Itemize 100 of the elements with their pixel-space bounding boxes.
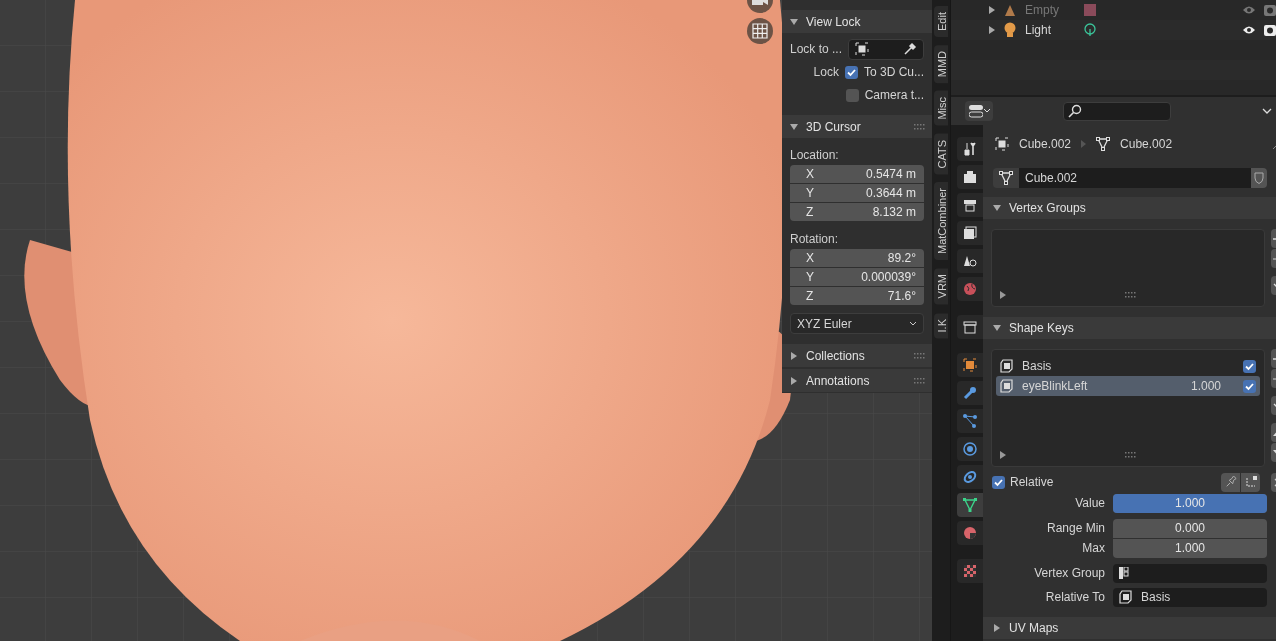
checkbox[interactable] bbox=[845, 88, 859, 102]
disclosure-triangle-icon[interactable] bbox=[790, 17, 798, 26]
checkbox[interactable] bbox=[992, 475, 1005, 489]
sidebar-tab[interactable]: Misc bbox=[934, 91, 948, 126]
panel-header[interactable]: 3D Cursor bbox=[782, 115, 932, 138]
chevron-icon[interactable] bbox=[1262, 107, 1272, 115]
key-value[interactable]: 1.000 bbox=[1190, 379, 1221, 393]
disclosure-triangle-icon[interactable] bbox=[993, 624, 1001, 632]
object-icon bbox=[855, 42, 870, 56]
shield-icon bbox=[1254, 172, 1264, 184]
shape-key-list[interactable]: Basis eyeBlinkLeft 1.000 bbox=[991, 349, 1265, 467]
pin-icon bbox=[1224, 476, 1237, 488]
properties-tab[interactable] bbox=[957, 353, 983, 377]
field-label: Lock to ... bbox=[790, 42, 843, 56]
editor-type-button[interactable] bbox=[965, 101, 993, 121]
sidebar-tab[interactable]: MMD bbox=[934, 44, 948, 84]
properties-tab[interactable] bbox=[957, 165, 983, 189]
light-data-icon[interactable] bbox=[1083, 23, 1097, 37]
camera-icon[interactable] bbox=[1264, 24, 1276, 36]
properties-tab[interactable] bbox=[957, 437, 983, 461]
object-icon bbox=[995, 137, 1009, 151]
mesh-icon bbox=[1096, 137, 1111, 151]
checker-icon bbox=[962, 563, 978, 579]
rotation-mode-dropdown[interactable]: XYZ Euler bbox=[790, 313, 924, 334]
panel-header[interactable]: UV Maps bbox=[983, 617, 1276, 639]
orbit-icon bbox=[962, 441, 978, 457]
shape-key-icon bbox=[1000, 379, 1014, 393]
checkbox-label[interactable]: Relative bbox=[1010, 475, 1216, 489]
breadcrumb-item: Cube.002 bbox=[1019, 137, 1072, 151]
eye-icon[interactable] bbox=[1242, 25, 1256, 35]
sidebar-tab[interactable]: Edit bbox=[934, 6, 948, 37]
expand-arrow-icon[interactable] bbox=[1000, 451, 1006, 459]
fake-user-button[interactable] bbox=[1251, 168, 1267, 188]
drag-handle-icon[interactable] bbox=[914, 377, 926, 384]
drag-handle-icon[interactable] bbox=[1125, 452, 1137, 458]
disclosure-triangle-icon[interactable] bbox=[790, 122, 798, 131]
panel-header[interactable]: Shape Keys bbox=[983, 317, 1276, 339]
drag-handle-icon[interactable] bbox=[914, 352, 926, 359]
checkbox-label[interactable]: To 3D Cu... bbox=[863, 65, 924, 79]
properties-tab[interactable] bbox=[957, 193, 983, 217]
search-field[interactable] bbox=[1063, 101, 1171, 121]
properties-tab[interactable] bbox=[957, 221, 983, 245]
expand-arrow-icon[interactable] bbox=[1000, 291, 1006, 299]
object-icon bbox=[962, 357, 978, 373]
field-label: Value bbox=[1074, 496, 1105, 510]
disclosure-triangle-icon[interactable] bbox=[790, 376, 798, 385]
disclosure-triangle-icon[interactable] bbox=[993, 324, 1001, 332]
field-label: Max bbox=[1081, 541, 1105, 555]
number-field[interactable]: Z 8.132 m bbox=[790, 203, 924, 221]
panel-header[interactable]: Collections bbox=[782, 344, 932, 367]
expand-arrow-icon[interactable] bbox=[989, 26, 995, 34]
eyedropper-icon[interactable] bbox=[903, 42, 917, 56]
vertex-group-field[interactable] bbox=[1113, 563, 1267, 583]
checkbox[interactable] bbox=[1243, 359, 1256, 373]
value-slider[interactable]: 1.000 bbox=[1113, 493, 1267, 513]
sidebar-tab[interactable]: CATS bbox=[934, 133, 948, 175]
mesh-browse-button[interactable] bbox=[993, 168, 1019, 188]
list-item[interactable]: eyeBlinkLeft bbox=[1022, 379, 1183, 393]
properties-tab[interactable] bbox=[957, 493, 983, 517]
sidebar-tab[interactable]: MatCombiner bbox=[934, 182, 948, 261]
panel-header[interactable]: Annotations bbox=[782, 369, 932, 392]
number-field[interactable]: 1.000 bbox=[1113, 539, 1267, 558]
panel-header[interactable]: View Lock bbox=[782, 10, 932, 33]
shape-key-lock-button[interactable] bbox=[1221, 472, 1240, 492]
properties-tab[interactable] bbox=[957, 249, 983, 273]
properties-tab[interactable] bbox=[957, 137, 983, 161]
checkbox[interactable] bbox=[1243, 379, 1256, 393]
properties-tab[interactable] bbox=[957, 381, 983, 405]
number-field[interactable]: Y 0.3644 m bbox=[790, 184, 924, 202]
grid-icon[interactable] bbox=[752, 23, 768, 39]
properties-tab[interactable] bbox=[957, 465, 983, 489]
checkbox[interactable] bbox=[844, 65, 858, 79]
number-field[interactable]: Z 71.6° bbox=[790, 287, 924, 305]
disclosure-triangle-icon[interactable] bbox=[790, 351, 798, 360]
number-field[interactable]: 0.000 bbox=[1113, 518, 1267, 538]
outliner-item[interactable]: Light bbox=[1025, 23, 1075, 37]
object-picker-field[interactable] bbox=[848, 38, 924, 60]
number-field[interactable]: X 89.2° bbox=[790, 249, 924, 267]
properties-tab[interactable] bbox=[957, 409, 983, 433]
properties-tab[interactable] bbox=[957, 315, 983, 339]
number-field[interactable]: Y 0.000039° bbox=[790, 268, 924, 286]
field-label: Vertex Group bbox=[1033, 566, 1105, 580]
drag-handle-icon[interactable] bbox=[1125, 292, 1137, 298]
search-icon bbox=[1068, 104, 1082, 118]
relative-key-field[interactable]: Basis bbox=[1113, 587, 1267, 607]
disclosure-triangle-icon[interactable] bbox=[993, 204, 1001, 212]
vertex-group-icon bbox=[1119, 567, 1131, 579]
wrench-icon bbox=[962, 385, 978, 401]
list-item[interactable]: Basis bbox=[1022, 359, 1235, 373]
checkbox-label[interactable]: Camera t... bbox=[864, 88, 924, 102]
drag-handle-icon[interactable] bbox=[914, 123, 926, 130]
vertex-square-icon bbox=[1244, 476, 1257, 488]
number-field[interactable]: X 0.5474 m bbox=[790, 165, 924, 183]
sidebar-tab[interactable]: I.K bbox=[934, 312, 948, 339]
mesh-name-field[interactable]: Cube.002 bbox=[1019, 168, 1251, 188]
printer-icon bbox=[962, 197, 978, 213]
edit-mode-button[interactable] bbox=[1241, 472, 1260, 492]
panel-header[interactable]: Vertex Groups bbox=[983, 197, 1276, 219]
chevron-icon bbox=[983, 109, 990, 113]
sidebar-tab[interactable]: VRM bbox=[934, 268, 948, 305]
